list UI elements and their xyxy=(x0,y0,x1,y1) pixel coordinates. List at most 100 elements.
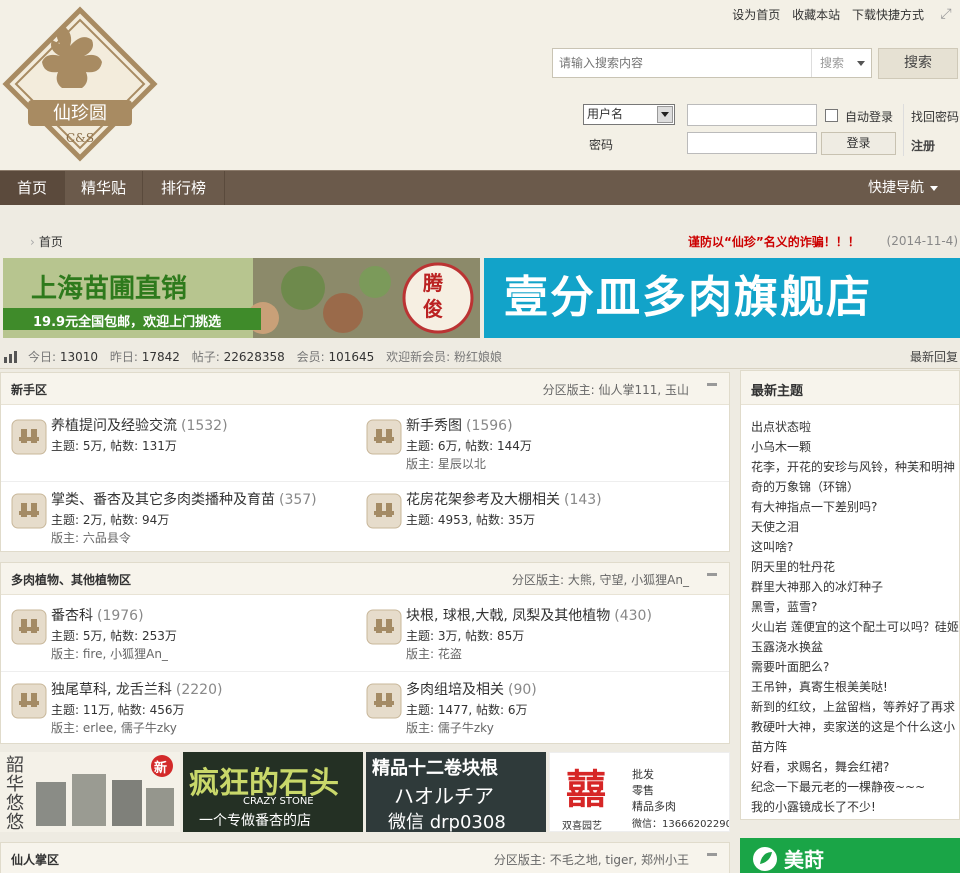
forum-icon xyxy=(366,683,402,719)
quick-nav-menu[interactable]: 快捷导航 xyxy=(868,171,938,205)
topic-link[interactable]: 小乌木一颗 xyxy=(751,437,959,457)
quick-nav-label: 快捷导航 xyxy=(868,180,924,196)
forum-name[interactable]: 新手秀图 (1596) xyxy=(406,415,513,435)
forum-name[interactable]: 独尾草科, 龙舌兰科 (2220) xyxy=(51,679,222,699)
forum-title[interactable]: 块根, 球根,大戟, 凤梨及其他植物 xyxy=(406,608,610,624)
section-mods-names[interactable]: 仙人掌111, 玉山 xyxy=(598,383,689,397)
notice-link[interactable]: 谨防以“仙珍”名义的诈骗！！！ xyxy=(688,233,860,250)
forum-title[interactable]: 新手秀图 xyxy=(406,418,462,434)
forum-name[interactable]: 花房花架参考及大棚相关 (143) xyxy=(406,489,602,509)
search-type-dropdown[interactable]: 搜索 xyxy=(811,49,873,77)
banner-nursery[interactable]: 上海苗圃直销 19.9元全国包邮，欢迎上门挑选 腾俊 xyxy=(3,258,480,338)
ad-shuangxi-wechat: 微信：13666202290 xyxy=(632,819,730,830)
ad-pottery[interactable]: 韶华悠悠 新 xyxy=(0,752,180,832)
forum-item[interactable]: 独尾草科, 龙舌兰科 (2220) 主题: 11万, 帖数: 456万 版主: e… xyxy=(1,673,341,737)
forum-title[interactable]: 掌类、番杏及其它多肉类播种及育苗 xyxy=(51,492,275,508)
forum-title[interactable]: 养植提问及经验交流 xyxy=(51,418,177,434)
collapse-icon[interactable] xyxy=(707,383,717,386)
set-homepage-link[interactable]: 设为首页 xyxy=(732,8,780,22)
ad-shuangxi[interactable]: 囍 双喜园艺 批发 零售 精品多肉 微信：13666202290 xyxy=(549,752,730,832)
forum-item[interactable]: 花房花架参考及大棚相关 (143) 主题: 4953, 帖数: 35万 xyxy=(356,483,696,547)
download-shortcut-link[interactable]: 下载快捷方式 xyxy=(852,8,924,22)
topic-link[interactable]: 我的小露镜成长了不少! xyxy=(751,797,959,817)
topic-link[interactable]: 出点状态啦 xyxy=(751,417,959,437)
banner-shop[interactable]: 壹分皿多肉旗舰店 xyxy=(484,258,960,338)
stats-chart-icon xyxy=(4,351,17,363)
nav-home[interactable]: 首页 xyxy=(0,171,65,205)
topic-link[interactable]: 好看，求赐名，舞会红裙? xyxy=(751,757,959,777)
forum-title[interactable]: 花房花架参考及大棚相关 xyxy=(406,492,560,508)
register-link[interactable]: 注册 xyxy=(911,137,935,154)
forum-item[interactable]: 块根, 球根,大戟, 凤梨及其他植物 (430) 主题: 3万, 帖数: 85万 … xyxy=(356,599,696,663)
forum-name[interactable]: 掌类、番杏及其它多肉类播种及育苗 (357) xyxy=(51,489,317,509)
search-button[interactable]: 搜索 xyxy=(878,48,958,79)
search-type-label: 搜索 xyxy=(820,56,845,70)
ad-line: 零售 xyxy=(632,784,654,797)
forgot-password-link[interactable]: 找回密码 xyxy=(911,108,959,125)
login-button[interactable]: 登录 xyxy=(821,132,896,155)
site-logo[interactable]: 仙珍圆 C&S xyxy=(0,4,160,164)
forum-item[interactable]: 掌类、番杏及其它多肉类播种及育苗 (357) 主题: 2万, 帖数: 94万 版主… xyxy=(1,483,341,547)
double-happiness-icon: 囍 xyxy=(566,767,606,813)
forum-item[interactable]: 多肉组培及相关 (90) 主题: 1477, 帖数: 6万 版主: 儒子牛zky xyxy=(356,673,696,737)
topic-link[interactable]: 纪念一下最元老的一棵静夜~~~ xyxy=(751,777,959,797)
forum-name[interactable]: 番杏科 (1976) xyxy=(51,605,144,625)
auto-login-checkbox[interactable] xyxy=(825,109,838,122)
password-input[interactable] xyxy=(687,132,817,154)
nav-digest[interactable]: 精华贴 xyxy=(65,171,143,205)
forum-stat: 主题: 5万, 帖数: 131万 xyxy=(51,439,177,453)
topic-link[interactable]: 火山岩 莲便宜的这个配土可以吗？硅姬玉露浇水换盆 xyxy=(751,617,959,657)
forum-name[interactable]: 养植提问及经验交流 (1532) xyxy=(51,415,228,435)
forum-item[interactable]: 番杏科 (1976) 主题: 5万, 帖数: 253万 版主: fire, 小狐狸… xyxy=(1,599,341,663)
forum-title[interactable]: 多肉组培及相关 xyxy=(406,682,504,698)
forum-name[interactable]: 块根, 球根,大戟, 凤梨及其他植物 (430) xyxy=(406,605,652,625)
forum-stats: 今日: 13010 昨日: 17842 帖子: 22628358 会员: 101… xyxy=(0,345,960,369)
forum-mod-name[interactable]: 六品县令 xyxy=(83,531,131,545)
section-mods-names[interactable]: 不毛之地, tiger, 郑州小王 xyxy=(550,853,689,867)
forum-mod-name[interactable]: fire, 小狐狸An_ xyxy=(83,647,168,661)
topic-link[interactable]: 阴天里的牡丹花 xyxy=(751,557,959,577)
newest-member-link[interactable]: 粉红娘娘 xyxy=(454,350,502,364)
topic-link[interactable]: 王吊钟，真寄生根美美哒! xyxy=(751,677,959,697)
topic-link[interactable]: 群里大神那入的冰灯种子 xyxy=(751,577,959,597)
topic-link[interactable]: 新到的红纹，上盆留档，等养好了再求教硬叶大神，卖家送的这是个什么这小苗方阵 xyxy=(751,697,959,757)
ad-crazy-stone[interactable]: 疯狂的石头 CRAZY STONE 一个专做番杏的店 xyxy=(183,752,363,832)
breadcrumb-home[interactable]: 首页 xyxy=(39,235,63,249)
ad-haworthia[interactable]: 精品十二卷块根 ハオルチア 微信 drp0308 xyxy=(366,752,546,832)
login-type-select[interactable]: 用户名 xyxy=(583,104,675,125)
username-input[interactable] xyxy=(687,104,817,126)
stats-today-label: 今日: xyxy=(28,350,57,364)
search-input[interactable] xyxy=(553,49,811,77)
nav-rank[interactable]: 排行榜 xyxy=(143,171,225,205)
topic-link[interactable]: 黑雪，蓝雪? xyxy=(751,597,959,617)
header: 仙珍圆 C&S 设为首页 收藏本站 下载快捷方式 ⤢ 搜索 搜索 用户名 自动登… xyxy=(0,0,960,170)
section-title[interactable]: 仙人掌区 xyxy=(11,851,59,868)
bookmark-link[interactable]: 收藏本站 xyxy=(792,8,840,22)
topic-link[interactable]: 这叫啥? xyxy=(751,537,959,557)
section-mods-names[interactable]: 大熊, 守望, 小狐狸An_ xyxy=(568,573,689,587)
search-box: 搜索 xyxy=(552,48,872,78)
stats-posts-value: 22628358 xyxy=(223,350,285,364)
section-header: 多肉植物、其他植物区 分区版主: 大熊, 守望, 小狐狸An_ xyxy=(1,563,729,595)
forum-mod-name[interactable]: erlee, 儒子牛zky xyxy=(83,721,177,735)
topic-link[interactable]: 需要叶面肥么? xyxy=(751,657,959,677)
section-title[interactable]: 多肉植物、其他植物区 xyxy=(11,571,131,588)
fullscreen-icon[interactable]: ⤢ xyxy=(938,6,954,22)
forum-mod-name[interactable]: 星辰以北 xyxy=(438,457,486,471)
latest-reply-link[interactable]: 最新回复 xyxy=(910,345,958,369)
forum-mod-name[interactable]: 儒子牛zky xyxy=(438,721,494,735)
collapse-icon[interactable] xyxy=(707,853,717,856)
forum-name[interactable]: 多肉组培及相关 (90) xyxy=(406,679,537,699)
forum-item[interactable]: 养植提问及经验交流 (1532) 主题: 5万, 帖数: 131万 xyxy=(1,409,341,473)
sidebar-ad[interactable]: 美莳 xyxy=(740,838,960,873)
topic-link[interactable]: 花李，开花的安珍与风铃，种芙和明神奇的万象锦（环锦） xyxy=(751,457,959,497)
section-title[interactable]: 新手区 xyxy=(11,381,47,398)
section-mods-label: 分区版主: xyxy=(542,383,595,397)
forum-item[interactable]: 新手秀图 (1596) 主题: 6万, 帖数: 144万 版主: 星辰以北 xyxy=(356,409,696,473)
topic-link[interactable]: 天使之泪 xyxy=(751,517,959,537)
collapse-icon[interactable] xyxy=(707,573,717,576)
forum-title[interactable]: 番杏科 xyxy=(51,608,93,624)
forum-mod-name[interactable]: 花盗 xyxy=(438,647,462,661)
topic-link[interactable]: 有大神指点一下差别吗? xyxy=(751,497,959,517)
forum-title[interactable]: 独尾草科, 龙舌兰科 xyxy=(51,682,172,698)
